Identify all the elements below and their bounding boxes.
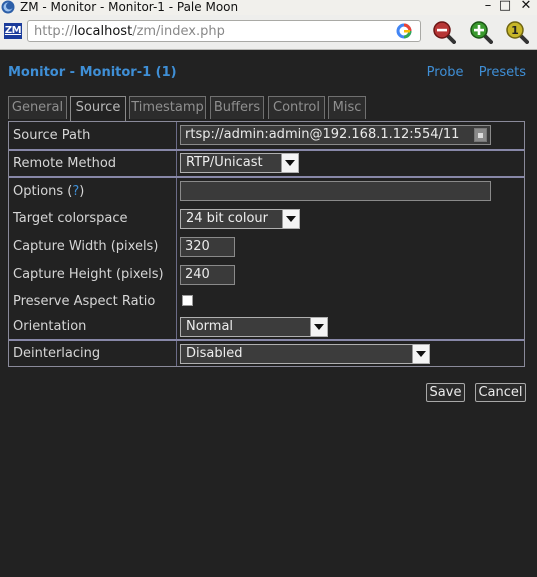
chevron-down-icon (282, 210, 299, 228)
source-settings-form: Source Path rtsp://admin:admin@192.168.1… (8, 121, 525, 367)
tab-source[interactable]: Source (70, 96, 126, 121)
zoom-in-icon[interactable] (469, 20, 493, 44)
source-path-label: Source Path (13, 128, 91, 143)
remote-method-select[interactable]: RTP/Unicast (180, 153, 299, 173)
tab-general[interactable]: General (8, 96, 67, 119)
orientation-select[interactable]: Normal (180, 317, 328, 337)
deinterlacing-value: Disabled (186, 346, 243, 361)
tab-timestamp[interactable]: Timestamp (129, 96, 206, 119)
chevron-down-icon (310, 318, 327, 336)
options-input[interactable] (180, 181, 491, 201)
maximize-button[interactable]: □ (496, 0, 514, 15)
capture-width-input[interactable]: 320 (180, 237, 235, 257)
row-source-path: Source Path rtsp://admin:admin@192.168.1… (9, 122, 524, 149)
row-capture-width: Capture Width (pixels) 320 (9, 234, 524, 261)
notification-icon[interactable]: 1 (505, 20, 529, 44)
pale-moon-icon (1, 0, 15, 14)
window-title: ZM - Monitor - Monitor-1 - Pale Moon (20, 0, 239, 14)
window-titlebar: ZM - Monitor - Monitor-1 - Pale Moon – □… (0, 0, 537, 15)
site-favicon: ZM (4, 23, 22, 39)
cancel-button[interactable]: Cancel (475, 383, 526, 402)
minimize-button[interactable]: – (479, 0, 497, 15)
remote-method-value: RTP/Unicast (186, 155, 263, 170)
target-colorspace-select[interactable]: 24 bit colour (180, 209, 300, 229)
target-colorspace-label: Target colorspace (13, 211, 128, 226)
source-path-value: rtsp://admin:admin@192.168.1.12:554/11 (185, 127, 460, 142)
row-preserve-aspect: Preserve Aspect Ratio (9, 290, 524, 315)
remote-method-label: Remote Method (13, 156, 117, 171)
url-bar[interactable]: http://localhost/zm/index.php (27, 20, 421, 42)
orientation-label: Orientation (13, 319, 87, 334)
deinterlacing-select[interactable]: Disabled (180, 344, 430, 364)
capture-width-value: 320 (185, 239, 210, 254)
zoom-out-icon[interactable] (432, 20, 456, 44)
notification-count: 1 (511, 24, 519, 37)
presets-link[interactable]: Presets (479, 65, 526, 80)
chevron-down-icon (412, 345, 429, 363)
row-deinterlacing: Deinterlacing Disabled (9, 341, 524, 366)
row-orientation: Orientation Normal (9, 315, 524, 339)
preserve-aspect-label: Preserve Aspect Ratio (13, 294, 156, 309)
target-colorspace-value: 24 bit colour (186, 211, 269, 226)
row-target-colorspace: Target colorspace 24 bit colour (9, 206, 524, 233)
google-search-icon[interactable] (396, 23, 412, 39)
tab-control[interactable]: Control (268, 96, 325, 119)
capture-height-input[interactable]: 240 (180, 265, 235, 285)
close-button[interactable]: ✕ (517, 0, 535, 15)
deinterlacing-label: Deinterlacing (13, 346, 101, 361)
options-label: Options (?) (13, 184, 85, 199)
tab-misc[interactable]: Misc (328, 96, 366, 119)
capture-width-label: Capture Width (pixels) (13, 239, 159, 254)
capture-height-value: 240 (185, 267, 210, 282)
navigation-toolbar: ZM http://localhost/zm/index.php 1 (0, 15, 537, 50)
top-links: Probe Presets (416, 65, 526, 80)
row-capture-height: Capture Height (pixels) 240 (9, 262, 524, 289)
row-remote-method: Remote Method RTP/Unicast (9, 151, 524, 176)
row-options: Options (?) (9, 178, 524, 205)
tab-buffers[interactable]: Buffers (210, 96, 264, 119)
orientation-value: Normal (186, 319, 234, 334)
chevron-down-icon (281, 154, 298, 172)
source-path-input[interactable]: rtsp://admin:admin@192.168.1.12:554/11 (180, 125, 491, 145)
capture-height-label: Capture Height (pixels) (13, 267, 164, 282)
key-icon (474, 128, 487, 142)
save-button[interactable]: Save (426, 383, 465, 402)
probe-link[interactable]: Probe (427, 65, 464, 80)
preserve-aspect-checkbox[interactable] (182, 295, 193, 306)
page-title: Monitor - Monitor-1 (1) (8, 65, 177, 80)
url-text: http://localhost/zm/index.php (34, 24, 225, 39)
